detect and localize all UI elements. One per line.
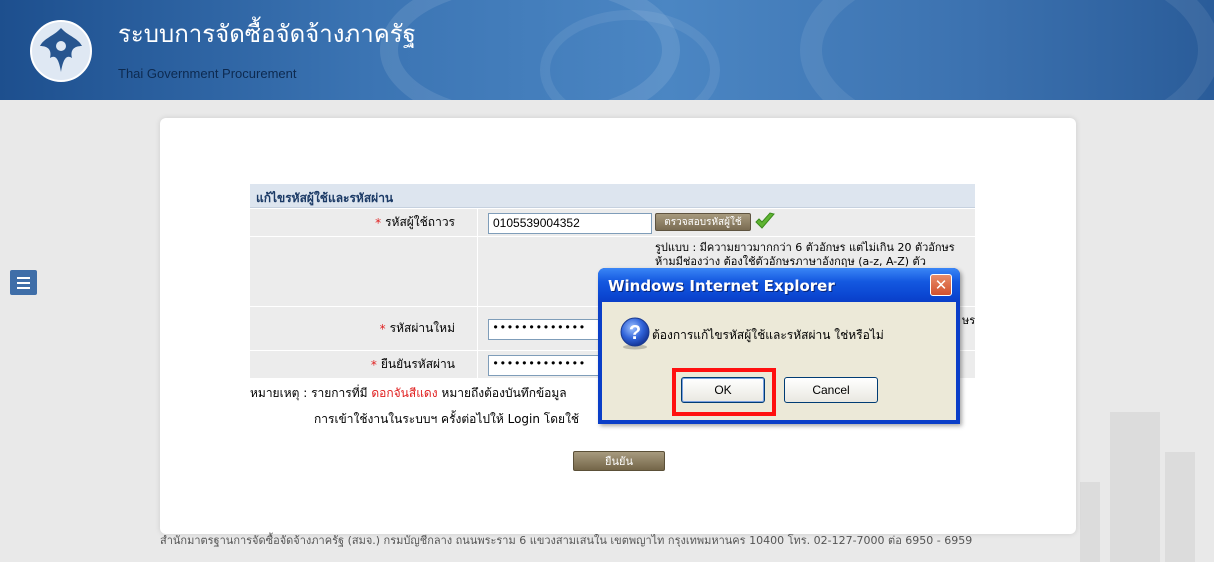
header-banner: ระบบการจัดซื้อจัดจ้างภาครัฐ Thai Governm… [0, 0, 1214, 100]
new-password-label-text: รหัสผ่านใหม่ [389, 321, 455, 335]
banner-pattern [800, 0, 1214, 100]
background-building [1080, 482, 1100, 562]
hamburger-icon-line [17, 281, 30, 284]
cancel-button[interactable]: Cancel [784, 377, 878, 403]
menu-toggle-button[interactable] [10, 270, 37, 295]
dialog-close-button[interactable]: ✕ [930, 274, 952, 296]
username-input[interactable]: 0105539004352 [488, 213, 652, 234]
confirm-password-label: * ยืนยันรหัสผ่าน [371, 351, 455, 378]
column-divider [477, 307, 478, 350]
note-line-1: หมายเหตุ : รายการที่มี ดอกจันสีแดง หมายถ… [250, 384, 567, 403]
comptroller-logo-icon [30, 20, 92, 82]
password-hint-tail: ษร [962, 314, 976, 327]
new-password-label: * รหัสผ่านใหม่ [380, 307, 455, 350]
confirm-button[interactable]: ยืนยัน [573, 451, 665, 471]
site-subtitle: Thai Government Procurement [118, 66, 297, 81]
username-label: * รหัสผู้ใช้ถาวร [375, 209, 455, 236]
note-suffix: หมายถึงต้องบันทึกข้อมูล [437, 386, 567, 400]
note-line-2: การเข้าใช้งานในระบบฯ ครั้งต่อไปให้ Login… [314, 412, 580, 426]
format-hint-line-2: ห้ามมีช่องว่าง ต้องใช้ตัวอักษรภาษาอังกฤษ… [655, 255, 926, 268]
checkmark-icon [755, 212, 775, 229]
check-username-button[interactable]: ตรวจสอบรหัสผู้ใช้ [655, 213, 751, 231]
column-divider [477, 209, 478, 236]
format-hint-line-1: รูปแบบ : มีความยาวมากกว่า 6 ตัวอักษร แต่… [655, 241, 955, 254]
required-mark: * [379, 321, 386, 336]
site-title: ระบบการจัดซื้อจัดจ้างภาครัฐ [118, 20, 416, 48]
required-mark: * [370, 357, 377, 372]
question-icon: ? [620, 317, 650, 350]
dialog-title: Windows Internet Explorer [608, 277, 835, 295]
background-building [1165, 452, 1195, 562]
column-divider [477, 351, 478, 378]
username-label-text: รหัสผู้ใช้ถาวร [385, 215, 455, 229]
dialog-body: ? ต้องการแก้ไขรหัสผู้ใช้และรหัสผ่าน ใช่ห… [602, 302, 956, 420]
confirm-dialog: Windows Internet Explorer ✕ ? ต้องการแก้… [598, 268, 960, 424]
format-hint: รูปแบบ : มีความยาวมากกว่า 6 ตัวอักษร แต่… [655, 241, 975, 269]
username-row: * รหัสผู้ใช้ถาวร 0105539004352 ตรวจสอบรห… [250, 209, 975, 237]
required-mark: * [375, 215, 382, 230]
note-prefix: หมายเหตุ : รายการที่มี [250, 386, 372, 400]
footer-address: สำนักมาตรฐานการจัดซื้อจัดจ้างภาครัฐ (สมจ… [160, 534, 973, 547]
confirm-password-label-text: ยืนยันรหัสผ่าน [380, 357, 455, 371]
column-divider [477, 237, 478, 306]
hamburger-icon-line [17, 286, 30, 289]
dialog-titlebar[interactable]: Windows Internet Explorer ✕ [598, 268, 960, 302]
ok-button[interactable]: OK [681, 377, 765, 403]
note-red-asterisk-text: ดอกจันสีแดง [371, 386, 438, 400]
background-building [1110, 412, 1160, 562]
svg-text:?: ? [629, 322, 641, 344]
hamburger-icon-line [17, 276, 30, 279]
form-heading: แก้ไขรหัสผู้ใช้และรหัสผ่าน [250, 184, 975, 208]
dialog-message: ต้องการแก้ไขรหัสผู้ใช้และรหัสผ่าน ใช่หรื… [652, 328, 884, 342]
close-icon: ✕ [934, 275, 948, 294]
